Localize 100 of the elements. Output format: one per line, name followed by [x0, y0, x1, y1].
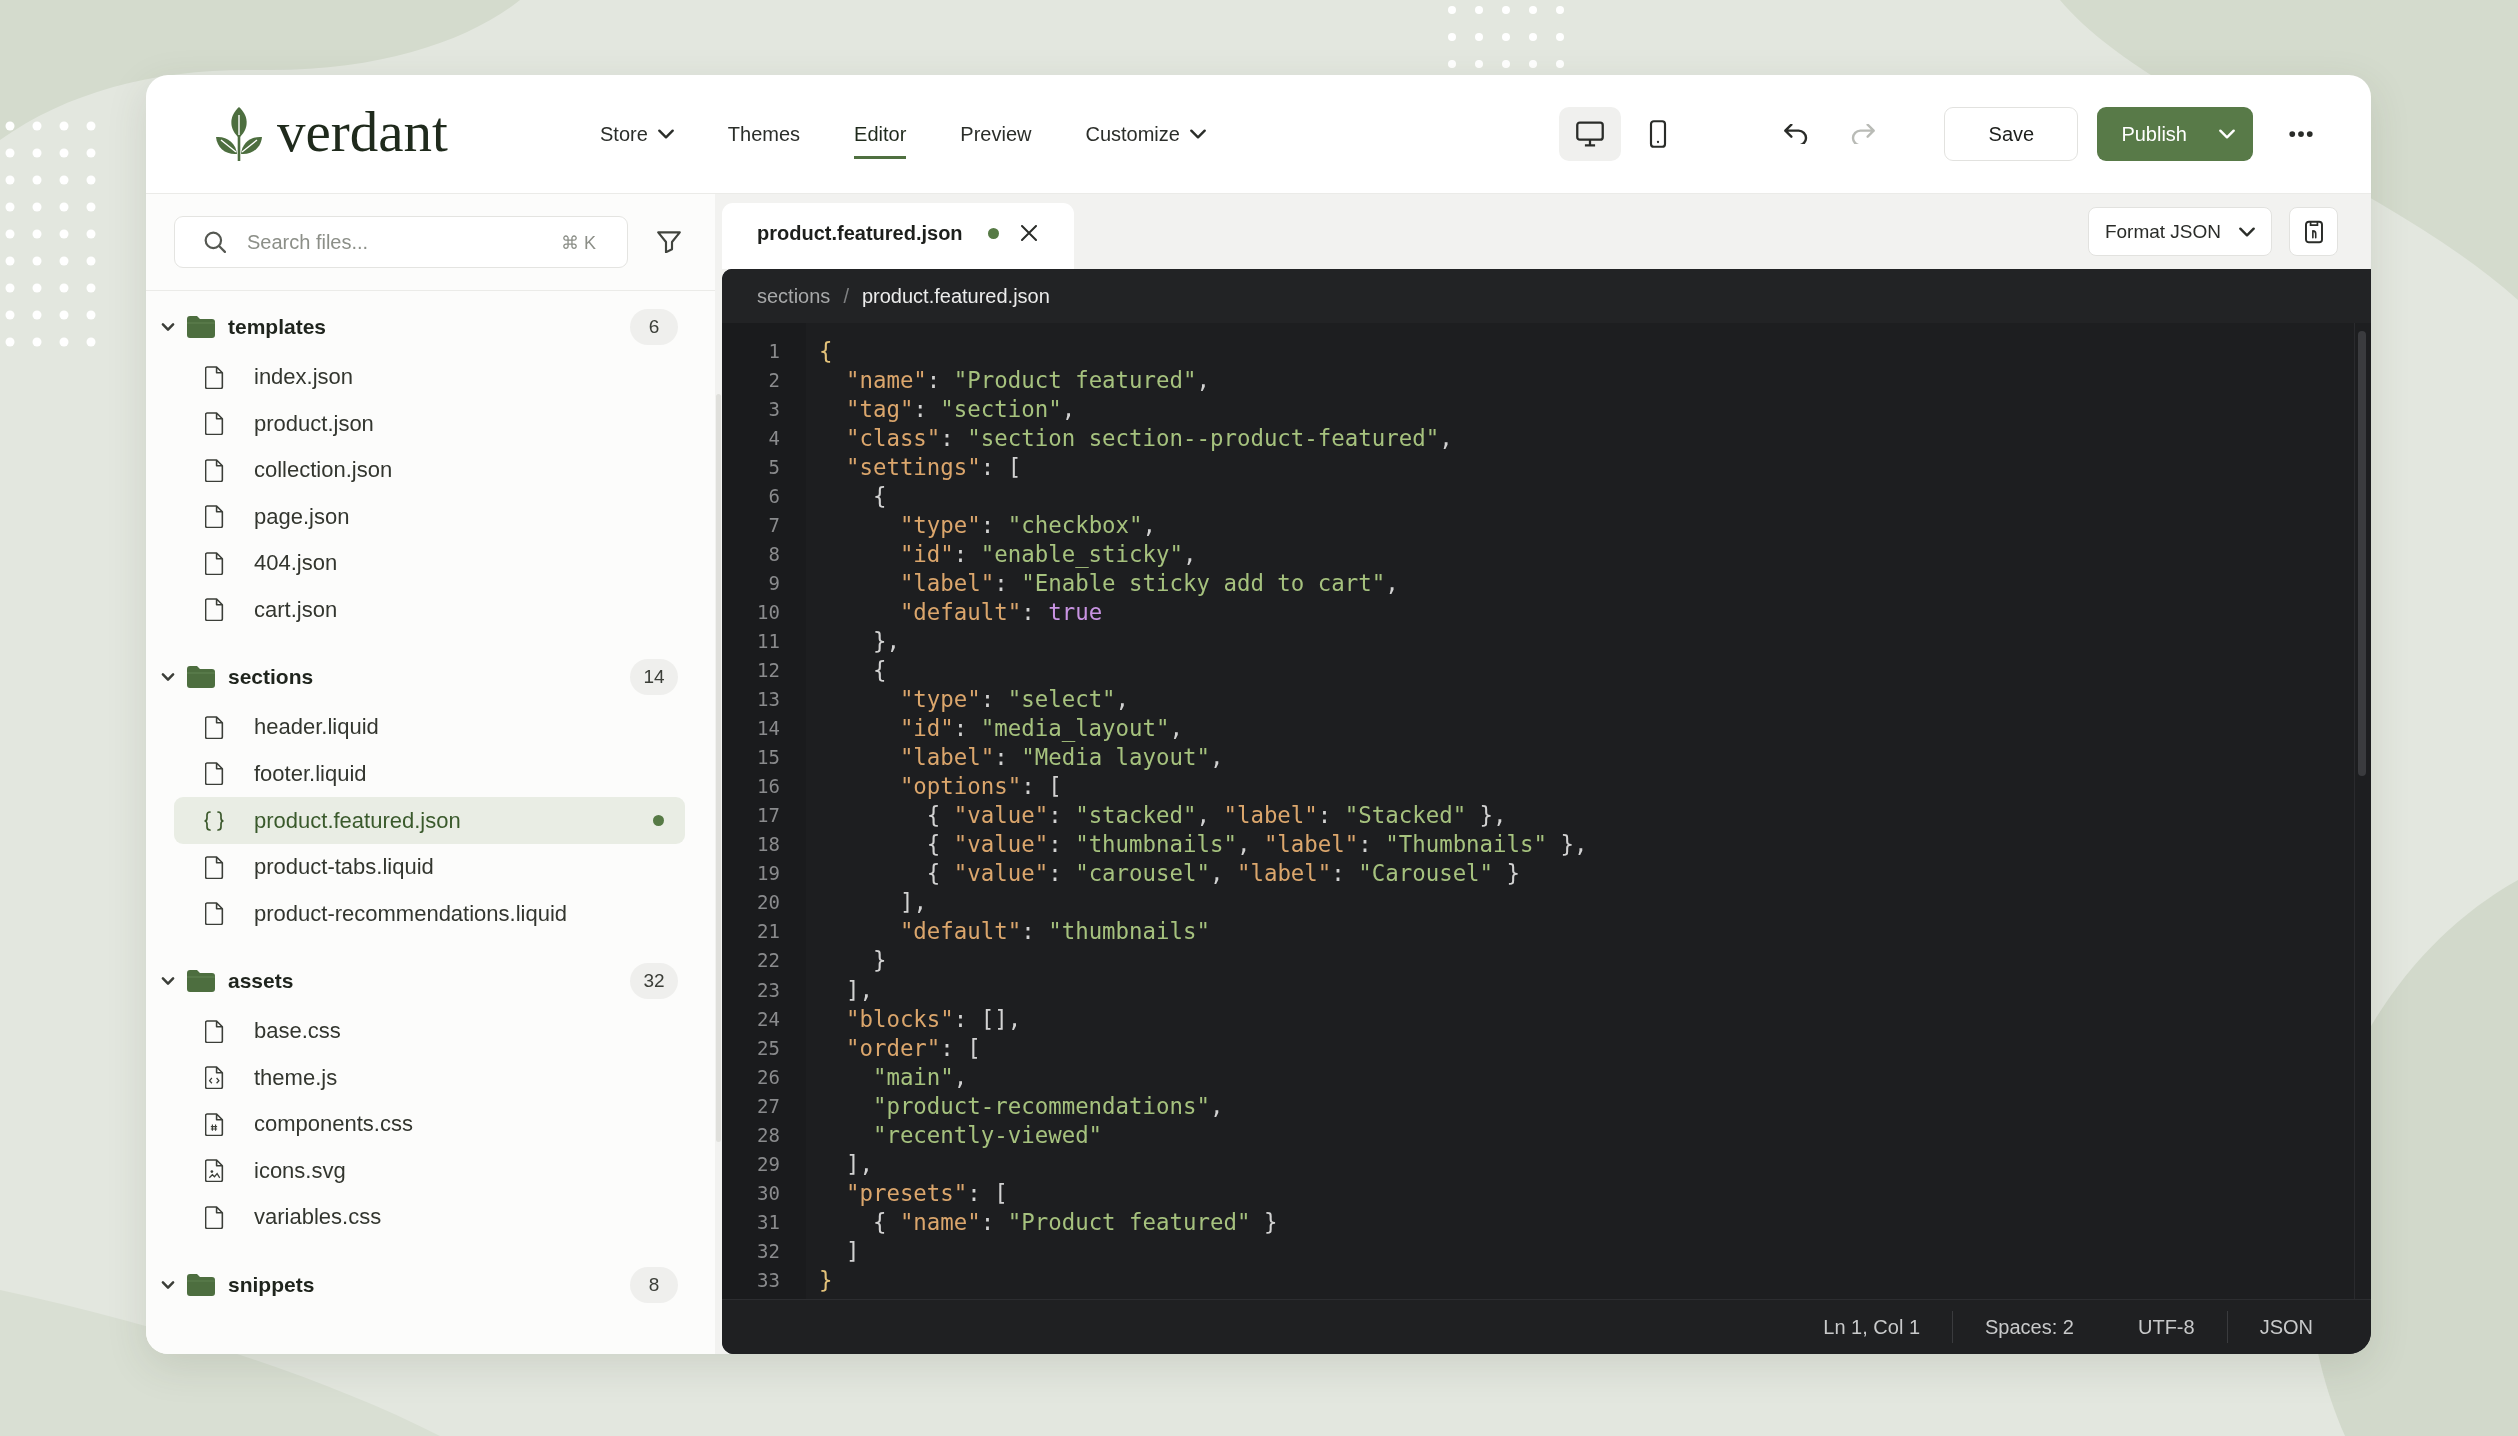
file-icon	[205, 762, 224, 786]
chevron-down-icon	[2219, 129, 2235, 139]
file-icon	[205, 598, 224, 622]
line-number: 21	[757, 919, 780, 945]
folder-icon	[187, 666, 215, 688]
code-line: "order": [	[844, 1033, 981, 1063]
phone-icon	[1649, 120, 1668, 148]
file-icon	[205, 715, 224, 739]
folder-item[interactable]: sections 14	[161, 654, 685, 700]
file-item[interactable]: icons.svg	[174, 1147, 685, 1194]
publish-button[interactable]: Publish	[2097, 107, 2201, 161]
code-line: "options": [	[898, 772, 1062, 802]
count-badge: 8	[630, 1266, 678, 1303]
file-item[interactable]: product-recommendations.liquid	[174, 890, 685, 937]
file-icon	[205, 1205, 224, 1229]
scrollbar-thumb[interactable]	[2358, 331, 2366, 776]
file-item[interactable]: product.featured.json	[174, 797, 685, 844]
file-item[interactable]: variables.css	[174, 1194, 685, 1241]
code-line: "name": "Product featured",	[844, 365, 1210, 395]
line-number: 26	[757, 1064, 780, 1090]
publish-menu-button[interactable]	[2201, 107, 2253, 161]
file-item[interactable]: product-tabs.liquid	[174, 844, 685, 891]
file-item[interactable]: components.css	[174, 1101, 685, 1148]
status-item: JSON	[2259, 1315, 2313, 1339]
folder-item[interactable]: assets 32	[161, 958, 685, 1004]
line-number: 25	[757, 1035, 780, 1061]
copy-button[interactable]	[2289, 207, 2338, 256]
file-item[interactable]: collection.json	[174, 447, 685, 494]
chevron-down-icon	[2239, 226, 2255, 237]
line-number: 4	[768, 425, 780, 451]
code-line: "product-recommendations",	[871, 1091, 1224, 1121]
status-item: UTF-8	[2138, 1315, 2195, 1339]
code-line: "default": true	[898, 597, 1103, 627]
nav-link[interactable]: Store	[600, 109, 674, 159]
line-number: 12	[757, 658, 780, 683]
code-line: { "name": "Product featured" }	[871, 1207, 1278, 1237]
line-number: 2	[768, 367, 780, 393]
breadcrumb-current: product.featured.json	[861, 284, 1050, 308]
folder-item[interactable]: templates 6	[161, 304, 685, 350]
file-icon	[205, 902, 224, 926]
nav-link[interactable]: Editor	[854, 109, 907, 159]
status-item: Ln 1, Col 1	[1823, 1315, 1921, 1339]
file-item[interactable]: product.json	[174, 400, 685, 447]
file-item[interactable]: cart.json	[174, 586, 685, 633]
save-button[interactable]: Save	[1944, 107, 2079, 161]
format-dropdown[interactable]: Format JSON	[2087, 207, 2272, 256]
line-number: 18	[757, 832, 780, 858]
code-line: "label": "Media layout",	[898, 743, 1224, 773]
file-item[interactable]: theme.js	[174, 1054, 685, 1101]
code-line: "default": "thumbnails"	[898, 917, 1210, 947]
code-line: "id": "enable_sticky",	[898, 539, 1197, 569]
filter-icon	[657, 231, 681, 253]
status-item: Spaces: 2	[1985, 1315, 2074, 1339]
code-line: "label": "Enable sticky add to cart",	[898, 568, 1399, 598]
file-item[interactable]: page.json	[174, 493, 685, 540]
code-line: }	[819, 1266, 833, 1295]
breadcrumb-separator: /	[843, 284, 849, 308]
count-badge: 32	[630, 963, 678, 999]
file-item[interactable]: index.json	[174, 354, 685, 401]
file-icon	[205, 855, 224, 879]
line-number: 6	[768, 483, 780, 509]
file-icon	[205, 365, 224, 389]
file-item[interactable]: 404.json	[174, 540, 685, 587]
file-icon	[205, 551, 224, 575]
clipboard-icon	[2303, 219, 2324, 244]
file-item[interactable]: footer.liquid	[174, 750, 685, 797]
line-number: 7	[768, 512, 780, 538]
code-line: "id": "media_layout",	[898, 714, 1183, 744]
line-number: 11	[757, 628, 780, 654]
nav-link[interactable]: Customize	[1085, 109, 1206, 159]
code-file-icon	[205, 1066, 224, 1090]
file-icon	[205, 505, 224, 529]
line-number: 10	[757, 599, 780, 625]
file-icon	[205, 1019, 224, 1043]
line-number: 27	[757, 1093, 780, 1119]
nav-link[interactable]: Preview	[960, 109, 1032, 159]
folder-icon	[187, 970, 215, 992]
code-line: { "value": "carousel", "label": "Carousel" }	[925, 859, 1521, 889]
hash-file-icon	[205, 1112, 224, 1136]
editor-tab[interactable]: product.featured.json	[722, 203, 1074, 269]
folder-icon	[187, 1273, 215, 1296]
file-item[interactable]: base.css	[174, 1008, 685, 1055]
count-badge: 6	[630, 309, 678, 345]
close-icon[interactable]	[1020, 225, 1037, 241]
line-number: 20	[757, 890, 780, 916]
line-number: 17	[757, 803, 780, 829]
folder-item[interactable]: snippets 8	[161, 1261, 685, 1308]
nav-link[interactable]: Themes	[727, 109, 801, 159]
breadcrumb-link[interactable]: sections	[757, 284, 831, 308]
code-line: ]	[844, 1236, 860, 1266]
image-file-icon	[205, 1159, 224, 1183]
line-number: 28	[757, 1122, 780, 1148]
file-item[interactable]: header.liquid	[174, 704, 685, 751]
line-number: 30	[757, 1180, 780, 1206]
line-number: 31	[757, 1209, 780, 1235]
view-toggle-button[interactable]	[1559, 107, 1622, 161]
leaf-logo-icon	[215, 106, 263, 162]
scrollbar-thumb[interactable]	[716, 394, 721, 1142]
count-badge: 14	[630, 659, 678, 695]
line-number: 13	[757, 687, 780, 713]
